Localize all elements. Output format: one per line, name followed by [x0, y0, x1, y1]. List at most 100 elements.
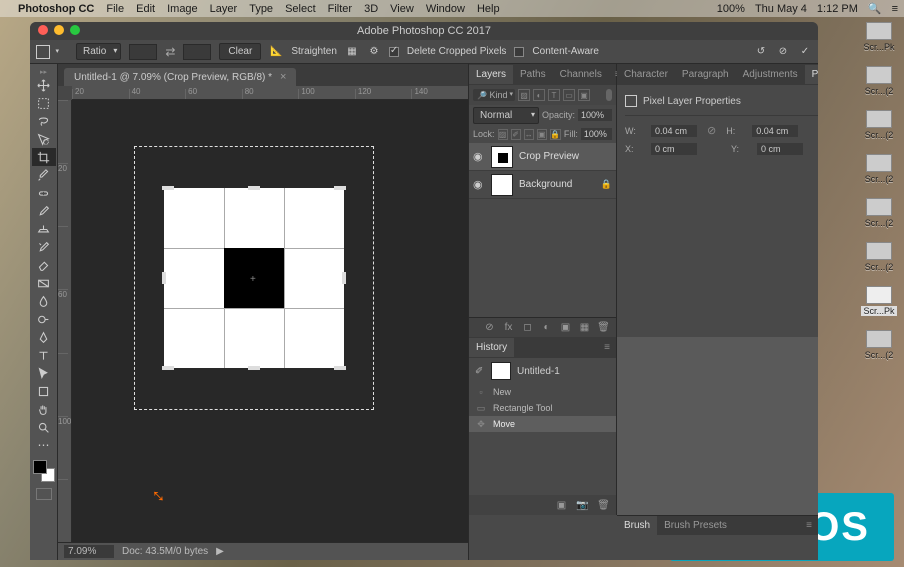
crop-box[interactable]: + — [164, 188, 344, 368]
brush-tool[interactable] — [32, 202, 56, 220]
crop-options-gear-icon[interactable]: ⚙ — [367, 45, 381, 59]
window-zoom-button[interactable] — [70, 25, 80, 35]
straighten-icon[interactable]: 📐 — [269, 45, 283, 59]
crop-height-input[interactable] — [183, 44, 211, 60]
link-wh-icon[interactable]: ⊘ — [707, 124, 716, 137]
filter-toggle[interactable] — [606, 89, 612, 101]
crop-handle[interactable] — [248, 186, 260, 190]
crop-width-input[interactable] — [129, 44, 157, 60]
new-doc-from-state-icon[interactable]: ▣ — [555, 499, 568, 512]
marquee-tool[interactable] — [32, 94, 56, 112]
filter-type-icon[interactable]: T — [548, 89, 560, 101]
crop-handle[interactable] — [162, 186, 174, 190]
shape-tool[interactable] — [32, 382, 56, 400]
collapse-tools-icon[interactable]: ▸▸ — [30, 68, 57, 76]
layer-name[interactable]: Crop Preview — [519, 151, 579, 162]
crop-handle[interactable] — [334, 366, 346, 370]
history-step[interactable]: ✥ Move — [469, 416, 616, 432]
lock-artboard-icon[interactable]: ▣ — [537, 129, 547, 140]
content-aware-checkbox[interactable] — [514, 47, 524, 57]
tab-paragraph[interactable]: Paragraph — [675, 65, 736, 84]
lock-all-icon[interactable]: 🔒 — [550, 129, 561, 140]
visibility-toggle-icon[interactable]: ◉ — [473, 150, 485, 163]
reset-crop-icon[interactable]: ↺ — [754, 45, 768, 59]
delete-state-icon[interactable]: 🗑 — [597, 499, 610, 512]
crop-handle[interactable] — [334, 186, 346, 190]
desktop-file[interactable]: Scr...(2 — [858, 330, 900, 360]
tab-character[interactable]: Character — [617, 65, 675, 84]
delete-cropped-checkbox[interactable] — [389, 47, 399, 57]
tab-adjustments[interactable]: Adjustments — [736, 65, 805, 84]
menu-image[interactable]: Image — [167, 3, 198, 15]
menu-select[interactable]: Select — [285, 3, 316, 15]
crop-handle[interactable] — [342, 272, 346, 284]
menu-help[interactable]: Help — [477, 3, 500, 15]
layer-thumbnail[interactable] — [491, 174, 513, 196]
desktop-file[interactable]: Scr...(2 — [858, 242, 900, 272]
new-snapshot-icon[interactable]: 📷 — [576, 499, 589, 512]
menu-3d[interactable]: 3D — [364, 3, 378, 15]
tab-history[interactable]: History — [469, 338, 514, 357]
width-value[interactable]: 0.04 cm — [651, 125, 697, 137]
lock-position-icon[interactable]: ↔ — [524, 129, 534, 140]
canvas[interactable]: + ↔ — [72, 100, 468, 542]
pen-tool[interactable] — [32, 328, 56, 346]
menubar-list-icon[interactable]: ≡ — [892, 3, 898, 15]
commit-crop-icon[interactable]: ✓ — [798, 45, 812, 59]
gradient-tool[interactable] — [32, 274, 56, 292]
menu-file[interactable]: File — [106, 3, 124, 15]
history-snapshot[interactable]: ✐ Untitled-1 — [469, 358, 616, 384]
window-minimize-button[interactable] — [54, 25, 64, 35]
desktop-file[interactable]: Scr...Pk — [858, 286, 900, 316]
type-tool[interactable] — [32, 346, 56, 364]
tab-channels[interactable]: Channels — [553, 65, 609, 84]
delete-layer-icon[interactable]: 🗑 — [597, 321, 610, 334]
menu-edit[interactable]: Edit — [136, 3, 155, 15]
y-value[interactable]: 0 cm — [757, 143, 803, 155]
lock-pixels-icon[interactable]: ✐ — [511, 129, 521, 140]
desktop-file[interactable]: Scr...(2 — [858, 66, 900, 96]
dodge-tool[interactable] — [32, 310, 56, 328]
layer-mask-icon[interactable]: ◻ — [521, 321, 534, 334]
aspect-ratio-preset[interactable]: Ratio — [76, 43, 121, 60]
tab-layers[interactable]: Layers — [469, 65, 513, 84]
menu-filter[interactable]: Filter — [328, 3, 352, 15]
edit-toolbar-icon[interactable]: ⋯ — [32, 436, 56, 454]
cancel-crop-icon[interactable]: ⊘ — [776, 45, 790, 59]
spotlight-icon[interactable]: 🔍 — [868, 2, 882, 15]
height-value[interactable]: 0.04 cm — [752, 125, 798, 137]
filter-smart-icon[interactable]: ▣ — [578, 89, 590, 101]
clone-stamp-tool[interactable] — [32, 220, 56, 238]
swap-width-height-icon[interactable]: ⇄ — [165, 45, 175, 59]
layer-row[interactable]: ◉ Background 🔒 — [469, 171, 616, 199]
blur-tool[interactable] — [32, 292, 56, 310]
eraser-tool[interactable] — [32, 256, 56, 274]
filter-adjust-icon[interactable]: ◐ — [533, 89, 545, 101]
crop-tool[interactable] — [32, 148, 56, 166]
crop-handle[interactable] — [162, 366, 174, 370]
filter-shape-icon[interactable]: ▭ — [563, 89, 575, 101]
filter-kind-dropdown[interactable]: 🔎 Kind — [473, 89, 515, 101]
quick-mask-icon[interactable] — [36, 488, 52, 500]
menu-window[interactable]: Window — [426, 3, 465, 15]
tab-paths[interactable]: Paths — [513, 65, 553, 84]
document-tab[interactable]: Untitled-1 @ 7.09% (Crop Preview, RGB/8)… — [64, 68, 296, 86]
desktop-file[interactable]: Scr...Pk — [858, 22, 900, 52]
desktop-file[interactable]: Scr...(2 — [858, 198, 900, 228]
zoom-tool[interactable] — [32, 418, 56, 436]
close-tab-icon[interactable]: × — [280, 71, 286, 83]
tab-brush-presets[interactable]: Brush Presets — [657, 516, 734, 535]
history-brush-tool[interactable] — [32, 238, 56, 256]
foreground-color[interactable] — [33, 460, 47, 474]
move-tool[interactable] — [32, 76, 56, 94]
window-titlebar[interactable]: Adobe Photoshop CC 2017 — [30, 22, 818, 40]
panel-menu-icon[interactable]: ≡ — [598, 342, 616, 353]
crop-handle[interactable] — [162, 272, 166, 284]
visibility-toggle-icon[interactable]: ◉ — [473, 178, 485, 191]
status-more-icon[interactable]: ▶ — [216, 546, 224, 557]
crop-handle[interactable] — [248, 366, 260, 370]
fill-input[interactable]: 100% — [581, 128, 612, 140]
menu-layer[interactable]: Layer — [210, 3, 238, 15]
panel-menu-icon[interactable]: ≡ — [800, 520, 818, 531]
tab-properties[interactable]: Properties — [805, 65, 818, 84]
